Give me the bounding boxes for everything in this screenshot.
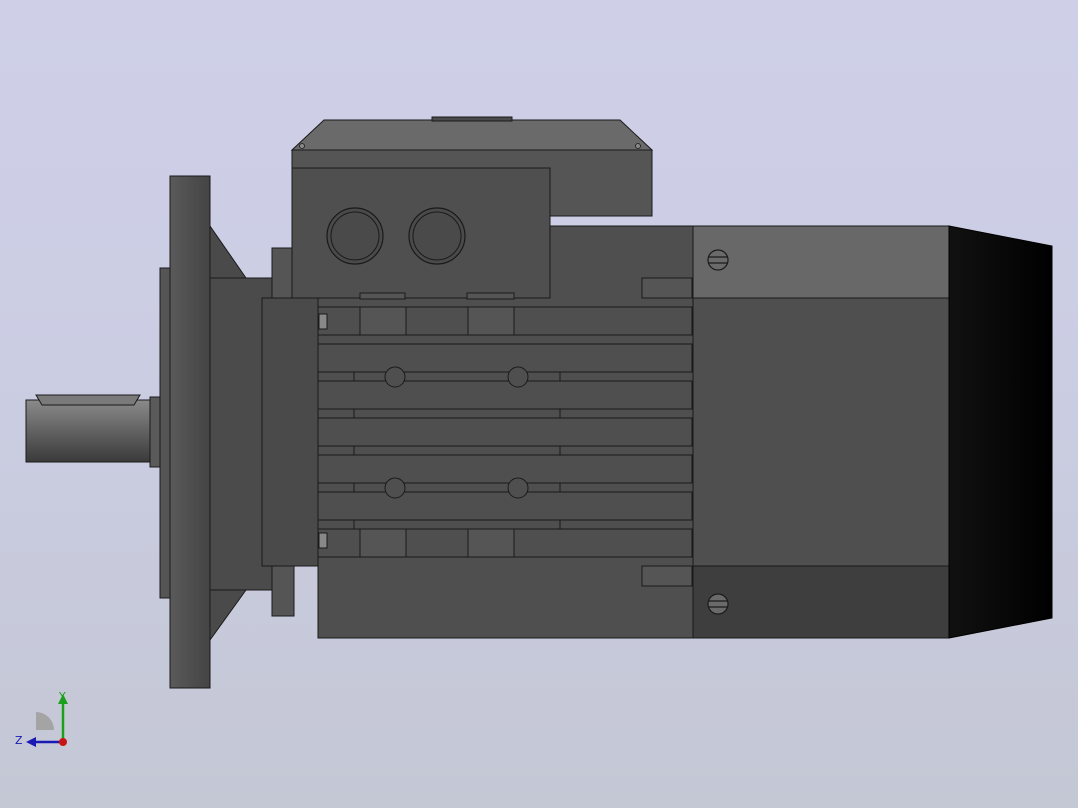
motor-shaft: [25, 394, 161, 468]
screw-bottom: [707, 593, 729, 615]
cable-gland-left: [326, 207, 384, 265]
y-axis-label: Y: [58, 690, 66, 703]
z-axis-label: Z: [15, 734, 23, 747]
end-shield: [261, 297, 319, 567]
cooling-fins: [317, 292, 693, 558]
orientation-triad: Y Z: [15, 690, 68, 747]
fan-cover: [948, 225, 1053, 639]
motor-model[interactable]: [0, 0, 1078, 808]
cable-gland-right: [408, 207, 466, 265]
graphics-viewport[interactable]: Y Z: [0, 0, 1078, 808]
screw-top: [707, 249, 729, 271]
x-axis-icon: [59, 738, 67, 746]
